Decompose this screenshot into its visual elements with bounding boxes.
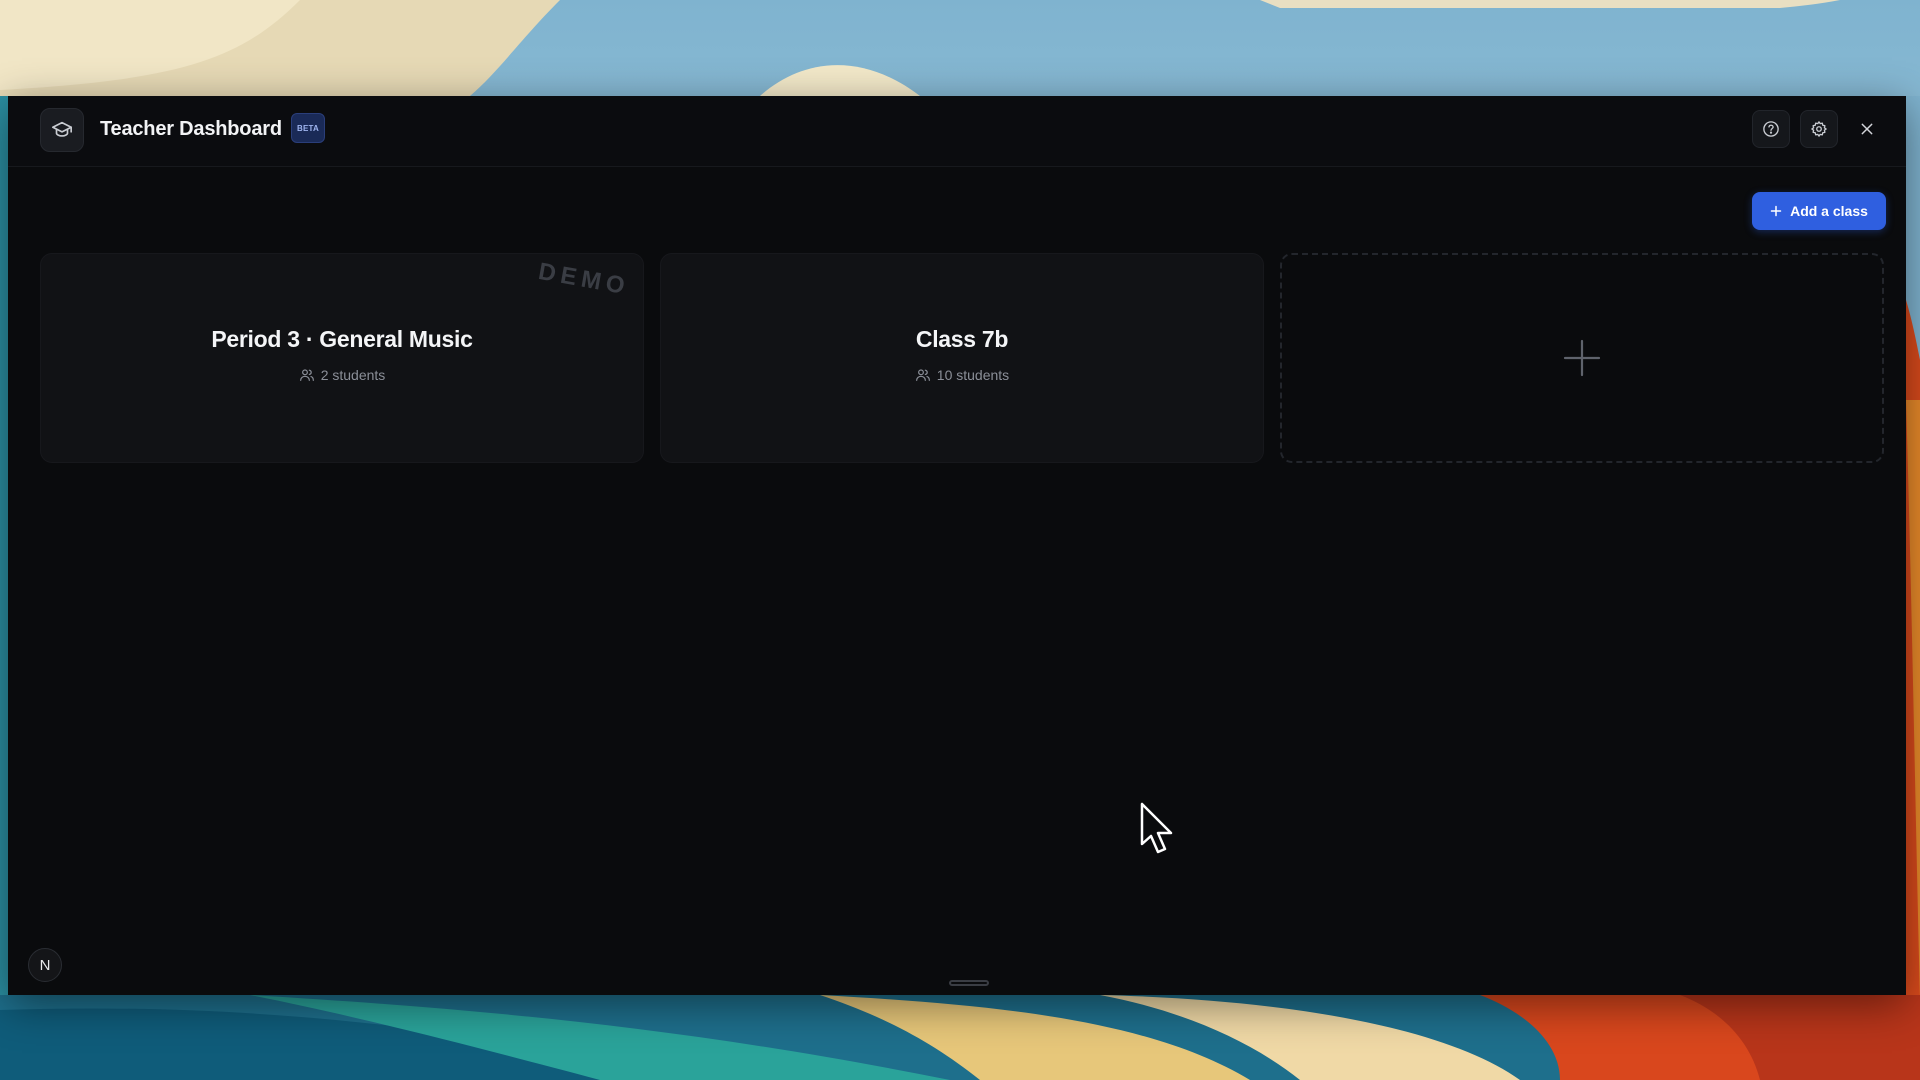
class-name: Class 7b [915, 326, 1009, 352]
class-name: Period 3 · General Music [211, 326, 473, 352]
student-count-label: 2 students [320, 367, 386, 383]
app-logo [40, 108, 84, 152]
demo-stamp: DEMO [536, 258, 632, 301]
app-window: Teacher Dashboard BETA Add a class DEMO … [8, 96, 1906, 995]
graduation-cap-icon [51, 119, 73, 141]
settings-button[interactable] [1800, 110, 1838, 148]
gear-icon [1810, 120, 1828, 138]
student-count: 2 students [41, 367, 643, 383]
student-count: 10 students [661, 367, 1263, 383]
class-card[interactable]: DEMO Period 3 · General Music 2 students [40, 253, 644, 463]
help-button[interactable] [1752, 110, 1790, 148]
plus-icon [1770, 205, 1782, 217]
add-class-card[interactable] [1280, 253, 1884, 463]
user-avatar[interactable]: N [28, 948, 62, 982]
add-class-label: Add a class [1790, 203, 1868, 219]
class-card[interactable]: Class 7b 10 students [660, 253, 1264, 463]
users-icon [915, 367, 931, 383]
beta-badge: BETA [291, 113, 325, 143]
plus-icon [1562, 338, 1602, 378]
app-title: Teacher Dashboard [100, 118, 282, 140]
title-bar: Teacher Dashboard BETA [8, 96, 1906, 167]
resize-handle[interactable] [949, 980, 989, 986]
users-icon [299, 367, 315, 383]
close-icon [1859, 121, 1875, 137]
close-button[interactable] [1848, 110, 1886, 148]
help-circle-icon [1762, 120, 1780, 138]
student-count-label: 10 students [936, 367, 1010, 383]
add-class-button[interactable]: Add a class [1752, 192, 1886, 230]
